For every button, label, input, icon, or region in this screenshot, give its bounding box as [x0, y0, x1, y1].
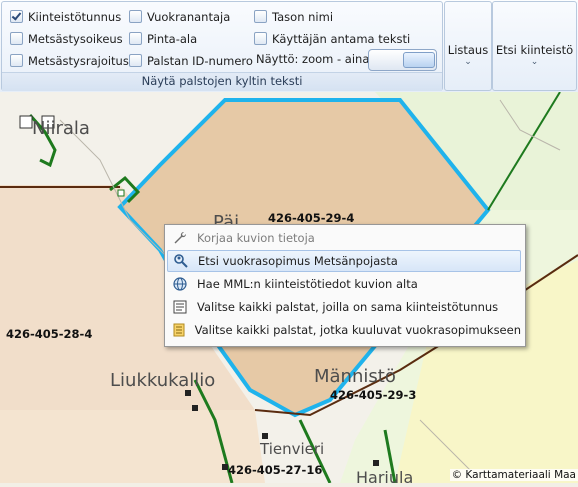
copyright-notice: © Karttamateriaali Maa: [449, 469, 578, 481]
label-options-group: Kiinteistötunnus Metsästysoikeus Metsäst…: [1, 1, 443, 91]
checkbox-metsastysrajoitus[interactable]: Metsästysrajoitus: [10, 52, 129, 69]
menu-item-hae-mml[interactable]: Hae MML:n kiinteistötiedot kuvion alta: [167, 273, 521, 295]
parcel-id-label: 426-405-27-16: [228, 463, 323, 477]
menu-item-valitse-vuokrasopimus[interactable]: Valitse kaikki palstat, jotka kuuluvat v…: [167, 319, 521, 341]
checkbox-box[interactable]: [129, 32, 142, 45]
checkbox-label: Käyttäjän antama teksti: [272, 31, 411, 46]
place-name-mannisto: Männistö: [314, 366, 396, 387]
menu-item-label: Hae MML:n kiinteistötiedot kuvion alta: [197, 277, 418, 291]
place-name-tienvieri: Tienvieri: [260, 440, 325, 458]
checkbox-label: Metsästysoikeus: [28, 31, 123, 46]
ribbon-toolbar: Kiinteistötunnus Metsästysoikeus Metsäst…: [0, 0, 578, 93]
checkbox-label: Palstan ID-numero: [147, 53, 253, 68]
checkbox-box[interactable]: [10, 32, 23, 45]
checkbox-label: Tason nimi: [272, 9, 334, 24]
checkbox-box[interactable]: [10, 10, 23, 23]
checkbox-tason-nimi[interactable]: Tason nimi: [254, 8, 333, 25]
etsi-kiinteisto-button[interactable]: Etsi kiinteistö ⌄: [492, 1, 577, 91]
menu-item-label: Valitse kaikki palstat, joilla on sama k…: [197, 300, 499, 314]
checkbox-label: Metsästysrajoitus: [28, 53, 129, 68]
checkbox-box[interactable]: [129, 54, 142, 67]
menu-item-label: Etsi vuokrasopimus Metsänpojasta: [198, 254, 398, 268]
select-list-icon: [169, 299, 191, 315]
search-person-icon: [170, 253, 192, 269]
chevron-down-icon: ⌄: [530, 57, 539, 67]
group-caption: Näytä palstojen kyltin teksti: [2, 72, 442, 91]
checkbox-label: Kiinteistötunnus: [28, 9, 122, 24]
place-name-hariula: Hariula: [356, 468, 414, 487]
zoom-display-label: Näyttö: zoom - aina: [256, 52, 370, 66]
menu-item-label: Valitse kaikki palstat, jotka kuuluvat v…: [194, 323, 521, 337]
parcel-id-label: 426-405-29-3: [330, 388, 417, 402]
zoom-toggle-thumb[interactable]: [403, 52, 435, 68]
checkbox-box[interactable]: [254, 10, 267, 23]
parcel-id-label: 426-405-29-4: [268, 211, 355, 225]
document-icon: [169, 322, 189, 338]
parcel-id-label: 426-405-28-4: [6, 327, 93, 341]
menu-item-korjaa[interactable]: Korjaa kuvion tietoja: [167, 227, 521, 249]
menu-item-etsi-vuokrasopimus[interactable]: Etsi vuokrasopimus Metsänpojasta: [167, 250, 521, 272]
menu-item-label: Korjaa kuvion tietoja: [197, 231, 315, 245]
checkbox-pinta-ala[interactable]: Pinta-ala: [129, 30, 197, 47]
checkbox-label: Pinta-ala: [147, 31, 198, 46]
checkbox-box[interactable]: [129, 10, 142, 23]
listaus-label: Listaus: [447, 43, 489, 57]
checkbox-metsastysoikeus[interactable]: Metsästysoikeus: [10, 30, 123, 47]
context-menu: Korjaa kuvion tietoja Etsi vuokrasopimus…: [164, 224, 526, 347]
globe-icon: [169, 276, 191, 292]
checkbox-label: Vuokranantaja: [147, 9, 231, 24]
zoom-display-toggle[interactable]: [368, 49, 437, 71]
checkbox-palstan-id[interactable]: Palstan ID-numero: [129, 52, 253, 69]
checkbox-kayttajan-teksti[interactable]: Käyttäjän antama teksti: [254, 30, 410, 47]
checkbox-box[interactable]: [254, 32, 267, 45]
chevron-down-icon: ⌄: [464, 57, 472, 67]
place-name-liukkukallio: Liukkukallio: [110, 370, 216, 391]
place-name-niirala: Niirala: [32, 118, 90, 139]
menu-item-valitse-sama-tunnus[interactable]: Valitse kaikki palstat, joilla on sama k…: [167, 296, 521, 318]
checkbox-kiinteistotunnus[interactable]: Kiinteistötunnus: [10, 8, 121, 25]
checkbox-vuokranantaja[interactable]: Vuokranantaja: [129, 8, 230, 25]
listaus-button[interactable]: Listaus ⌄: [444, 1, 492, 91]
wrench-icon: [169, 230, 191, 246]
checkbox-box[interactable]: [10, 54, 23, 67]
etsi-kiinteisto-label: Etsi kiinteistö: [495, 43, 574, 57]
